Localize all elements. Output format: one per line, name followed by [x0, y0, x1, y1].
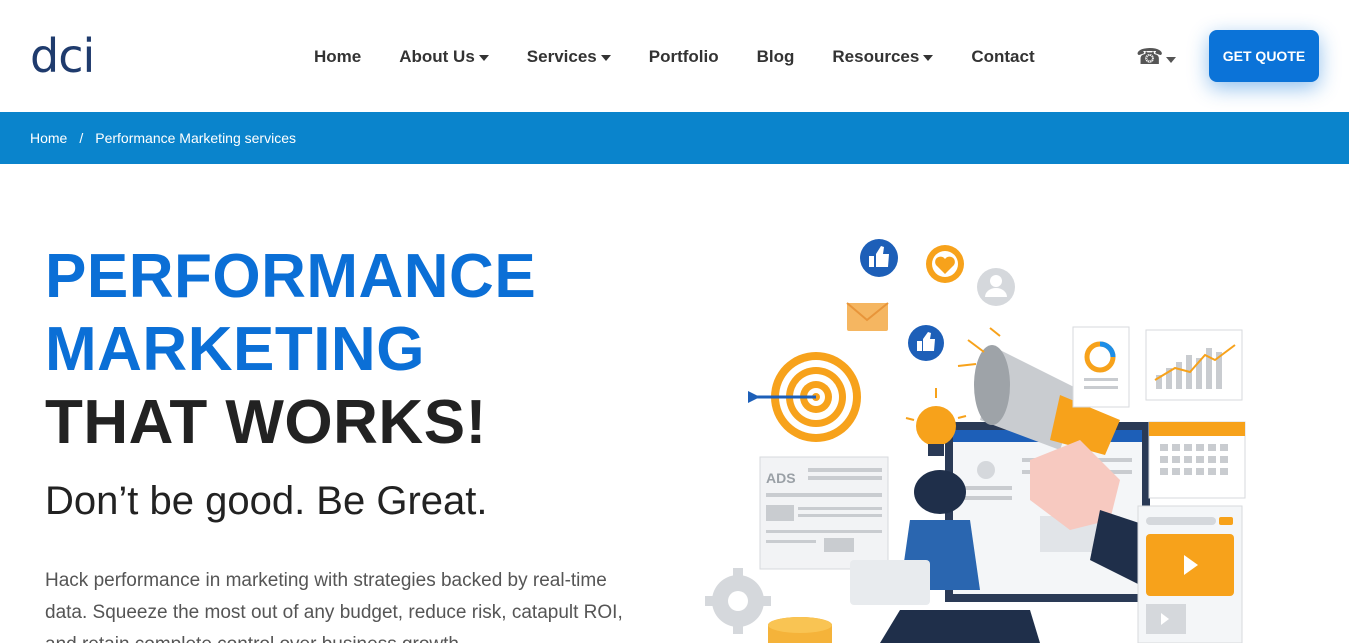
envelope-icon: [846, 302, 889, 331]
coins-icon: [768, 617, 832, 643]
nav-resources-label: Resources: [832, 47, 920, 66]
nav-contact-label: Contact: [971, 47, 1035, 66]
nav-home-label: Home: [314, 47, 362, 66]
calendar-icon: [1148, 421, 1246, 499]
nav-resources[interactable]: Resources: [832, 44, 934, 70]
caret-down-icon: [478, 54, 489, 61]
nav-portfolio[interactable]: Portfolio: [649, 44, 719, 70]
ads-document: ADS: [759, 456, 889, 570]
ads-label: ADS: [766, 470, 796, 486]
get-quote-button[interactable]: GET QUOTE: [1209, 30, 1319, 82]
gear-icon: [705, 568, 771, 634]
breadcrumb-current: Performance Marketing services: [95, 130, 296, 146]
nav-services-label: Services: [526, 47, 597, 66]
logo[interactable]: dci: [30, 29, 95, 83]
logo-text: dci: [30, 29, 95, 83]
phone-dropdown[interactable]: ☎: [1136, 44, 1177, 70]
nav-about-us-label: About Us: [399, 47, 475, 66]
nav-services[interactable]: Services: [527, 44, 611, 70]
donut-chart-card: [1072, 326, 1130, 408]
breadcrumb: Home / Performance Marketing services: [0, 112, 1349, 164]
hero-heading-line3: THAT WORKS!: [45, 388, 487, 457]
bar-chart-card: [1145, 329, 1243, 401]
site-header: dci Home About Us Services Portfolio Blo…: [0, 0, 1349, 112]
thumbs-up-icon: [908, 325, 944, 361]
marketing-illustration: ADS: [705, 239, 1246, 643]
caret-down-icon: [600, 54, 611, 61]
target-icon: [748, 352, 861, 442]
hero-tagline: Don’t be good. Be Great.: [45, 479, 488, 523]
breadcrumb-home-link[interactable]: Home: [30, 130, 67, 146]
video-player-card: [1137, 505, 1243, 643]
nav-about-us[interactable]: About Us: [399, 44, 489, 70]
nav-home[interactable]: Home: [314, 44, 361, 70]
hero-heading-line1: PERFORMANCE: [45, 242, 537, 311]
user-avatar-icon: [977, 268, 1015, 306]
main-nav: Home About Us Services Portfolio Blog Re…: [314, 44, 1073, 70]
nav-blog-label: Blog: [756, 47, 795, 66]
breadcrumb-separator: /: [79, 130, 84, 146]
nav-portfolio-label: Portfolio: [648, 47, 719, 66]
phone-icon: ☎: [1136, 44, 1164, 69]
nav-blog[interactable]: Blog: [757, 44, 795, 70]
caret-down-icon: [923, 54, 934, 61]
hero-description: Hack performance in marketing with strat…: [45, 570, 623, 643]
hero-section: PERFORMANCE MARKETING THAT WORKS! Don’t …: [45, 240, 665, 643]
thumbs-up-icon: [860, 239, 898, 277]
hero-heading-line2: MARKETING: [45, 315, 425, 384]
caret-down-icon: [1166, 57, 1177, 63]
heart-icon: [926, 245, 964, 283]
nav-contact[interactable]: Contact: [971, 44, 1034, 70]
